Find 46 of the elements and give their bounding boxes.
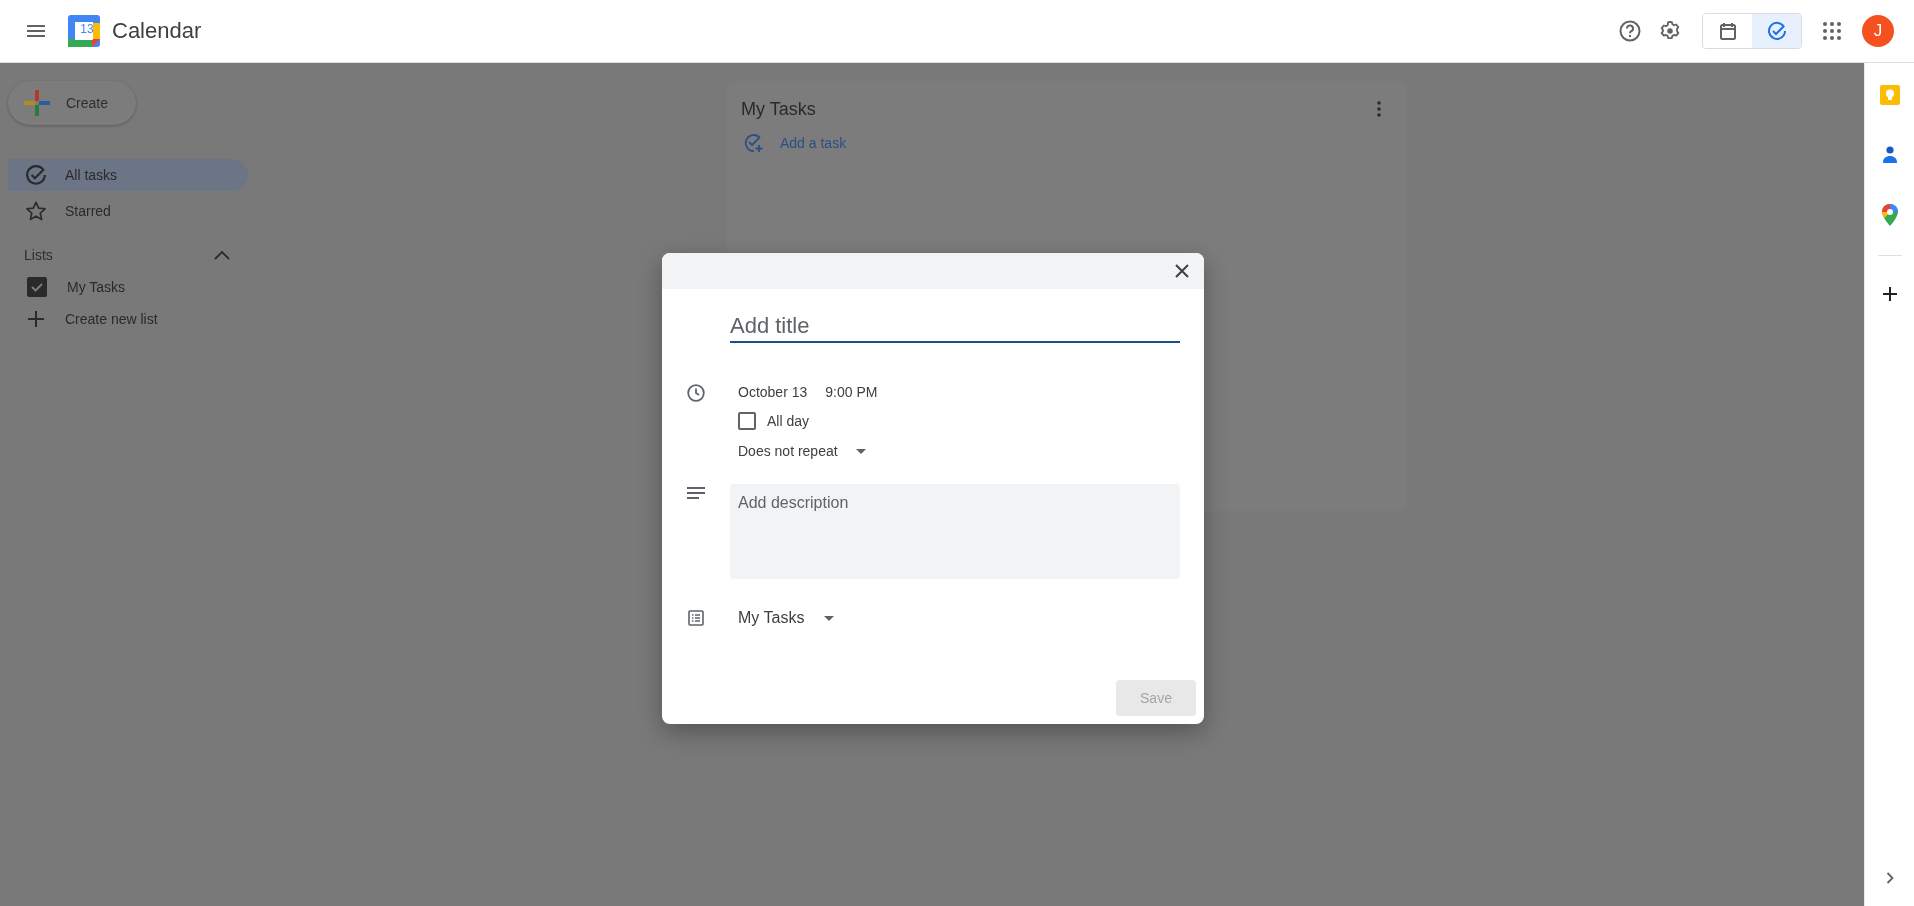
- list-name: My Tasks: [67, 279, 126, 295]
- close-icon: [1175, 264, 1189, 278]
- settings-icon: [1659, 20, 1681, 42]
- list-dropdown[interactable]: My Tasks: [738, 607, 835, 629]
- tasks-view-button[interactable]: [1752, 14, 1801, 48]
- lists-heading: Lists: [24, 247, 53, 263]
- add-check-icon: [744, 133, 764, 153]
- help-icon: [1619, 20, 1641, 42]
- chevron-right-icon: [1885, 872, 1894, 884]
- lightbulb-note-icon: [1879, 85, 1900, 105]
- plus-icon: [1881, 286, 1898, 302]
- apps-grid-icon: [1823, 22, 1841, 40]
- more-vertical-icon: [1377, 101, 1381, 117]
- plus-icon: [24, 90, 50, 116]
- list-checkbox[interactable]: [27, 277, 47, 297]
- check-circle-icon: [1766, 21, 1787, 41]
- description-field[interactable]: Add description: [730, 484, 1180, 579]
- chevron-icon: [214, 250, 230, 260]
- dropdown-caret-icon: [824, 615, 835, 621]
- sidebar-item[interactable]: Starred: [8, 195, 248, 227]
- app-title: Calendar: [112, 18, 202, 44]
- clock-icon: [687, 384, 705, 402]
- time-button[interactable]: 9:00 PM: [825, 381, 878, 403]
- list-icon: [688, 610, 704, 626]
- dropdown-caret-icon: [855, 448, 866, 454]
- create-list-button[interactable]: Create new list: [8, 303, 248, 335]
- checkmark-icon: [30, 280, 44, 294]
- check-circle-icon: [25, 164, 47, 186]
- account-avatar[interactable]: J: [1862, 15, 1894, 47]
- add-task-button[interactable]: Add a task: [741, 133, 847, 153]
- person-icon: [1881, 146, 1898, 164]
- all-day-label: All day: [767, 413, 810, 429]
- repeat-dropdown[interactable]: Does not repeat: [738, 440, 878, 462]
- date-button[interactable]: October 13: [738, 381, 808, 403]
- sidebar-item[interactable]: All tasks: [8, 159, 248, 191]
- map-pin-icon: [1881, 204, 1898, 226]
- plus-icon: [25, 308, 47, 330]
- star-icon: [25, 200, 47, 222]
- calendar-icon: [1719, 22, 1736, 40]
- create-button[interactable]: Create: [8, 81, 136, 125]
- logo-day-number: 13: [79, 22, 95, 36]
- calendar-logo-icon: [68, 15, 100, 47]
- all-day-checkbox[interactable]: [738, 412, 756, 430]
- task-list-title: My Tasks: [741, 98, 816, 120]
- menu-icon: [27, 25, 45, 37]
- description-lines-icon: [687, 487, 705, 499]
